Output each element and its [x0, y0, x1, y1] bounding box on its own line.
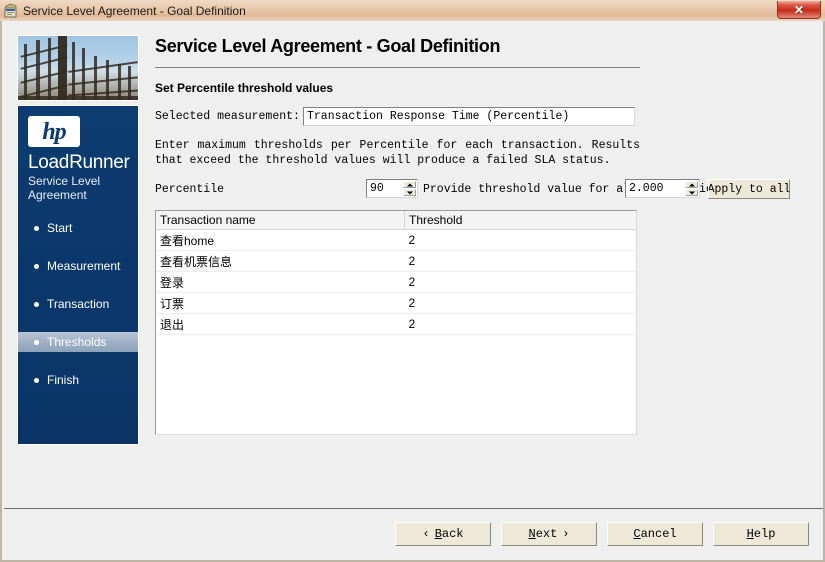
table-row[interactable]: 查看home 2 [156, 229, 636, 251]
sla-wizard-icon [3, 3, 19, 19]
title-bar: Service Level Agreement - Goal Definitio… [0, 0, 825, 22]
threshold-stepper[interactable] [625, 179, 700, 198]
cancel-button-mnemonic: C [633, 527, 641, 541]
sidebar-item-label: Thresholds [47, 335, 107, 349]
window-title: Service Level Agreement - Goal Definitio… [23, 3, 246, 18]
sidebar-item-label: Measurement [47, 259, 121, 273]
sidebar-item-thresholds[interactable]: Thresholds [18, 332, 138, 352]
cell-transaction-name: 订票 [156, 292, 405, 314]
title-divider [155, 67, 640, 68]
bullet-icon [34, 339, 39, 345]
footer-bar: ‹ Back Next › Cancel Help [2, 509, 823, 560]
close-icon: ✕ [793, 2, 805, 17]
bullet-icon [34, 377, 39, 383]
cell-transaction-name: 登录 [156, 271, 405, 293]
cell-transaction-name: 退出 [156, 313, 405, 335]
close-button[interactable]: ✕ [777, 1, 821, 19]
back-button-mnemonic: B [434, 527, 442, 541]
section-title: Set Percentile threshold values [155, 81, 334, 95]
product-subtitle: Service Level Agreement [28, 174, 101, 202]
spin-down-icon[interactable] [685, 189, 698, 196]
roller-coaster-photo [17, 35, 139, 101]
apply-to-all-button[interactable]: Apply to all [708, 179, 790, 199]
cancel-button-label: ancel [640, 527, 677, 541]
sidebar-item-finish[interactable]: Finish [18, 370, 138, 390]
spin-down-icon[interactable] [403, 189, 416, 196]
cell-transaction-name: 查看机票信息 [156, 250, 405, 272]
next-button[interactable]: Next › [501, 522, 597, 546]
help-button[interactable]: Help [713, 522, 809, 546]
selected-measurement-row: Selected measurement: Transaction Respon… [155, 107, 805, 126]
spin-up-icon[interactable] [685, 181, 698, 188]
sidebar: hp LoadRunner Service Level Agreement St… [17, 35, 139, 445]
selected-measurement-label: Selected measurement: [155, 110, 300, 123]
threshold-spin-arrows[interactable] [685, 181, 698, 196]
selected-measurement-field: Transaction Response Time (Percentile) [303, 107, 635, 126]
cell-threshold[interactable]: 2 [404, 250, 636, 272]
cell-threshold[interactable]: 2 [404, 229, 636, 251]
hp-logo-icon: hp [28, 116, 80, 147]
wizard-button-bar: ‹ Back Next › Cancel Help [395, 522, 809, 546]
product-name: LoadRunner [28, 152, 130, 173]
hp-logo-text: hp [42, 118, 66, 145]
cell-threshold[interactable]: 2 [404, 292, 636, 314]
column-header-threshold[interactable]: Threshold [404, 211, 636, 230]
bullet-icon [34, 225, 39, 231]
back-button[interactable]: ‹ Back [395, 522, 491, 546]
nav-list: Start Measurement Transaction Thresholds [18, 218, 138, 408]
table-row[interactable]: 查看机票信息 2 [156, 250, 636, 272]
back-button-label: ack [441, 527, 464, 541]
percentile-label: Percentile [155, 183, 225, 196]
table-header-row: Transaction name Threshold [156, 211, 636, 230]
instructions-text: Enter maximum thresholds per Percentile … [155, 139, 640, 167]
threshold-controls-row: Percentile Provide threshold value for a… [155, 179, 790, 200]
sidebar-item-measurement[interactable]: Measurement [18, 256, 138, 276]
chevron-left-icon: ‹ [422, 527, 430, 541]
help-button-label: elp [753, 527, 776, 541]
percentile-spin-arrows[interactable] [403, 181, 416, 196]
cell-threshold[interactable]: 2 [404, 313, 636, 335]
bullet-icon [34, 263, 39, 269]
next-button-label: ext [535, 527, 558, 541]
sidebar-item-transaction[interactable]: Transaction [18, 294, 138, 314]
nav-panel: hp LoadRunner Service Level Agreement St… [17, 105, 139, 445]
table-row[interactable]: 订票 2 [156, 292, 636, 314]
table-row[interactable]: 登录 2 [156, 271, 636, 293]
bullet-icon [34, 301, 39, 307]
sidebar-item-label: Transaction [47, 297, 110, 311]
window-body: hp LoadRunner Service Level Agreement St… [0, 21, 825, 562]
table-row[interactable]: 退出 2 [156, 313, 636, 335]
chevron-right-icon: › [562, 527, 570, 541]
thresholds-table[interactable]: Transaction name Threshold 查看home 2 查看机票… [155, 210, 637, 435]
sidebar-item-label: Start [47, 221, 73, 235]
application-window: Service Level Agreement - Goal Definitio… [0, 0, 825, 562]
percentile-stepper[interactable] [366, 179, 418, 198]
sidebar-item-start[interactable]: Start [18, 218, 138, 238]
column-header-transaction-name[interactable]: Transaction name [156, 211, 405, 230]
cancel-button[interactable]: Cancel [607, 522, 703, 546]
cell-transaction-name: 查看home [156, 229, 405, 251]
page-title: Service Level Agreement - Goal Definitio… [155, 36, 501, 56]
cell-threshold[interactable]: 2 [404, 271, 636, 293]
help-button-mnemonic: H [746, 527, 754, 541]
main-content: Service Level Agreement - Goal Definitio… [155, 35, 805, 435]
spin-up-icon[interactable] [403, 181, 416, 188]
sidebar-item-label: Finish [47, 373, 80, 387]
next-button-mnemonic: N [528, 527, 536, 541]
